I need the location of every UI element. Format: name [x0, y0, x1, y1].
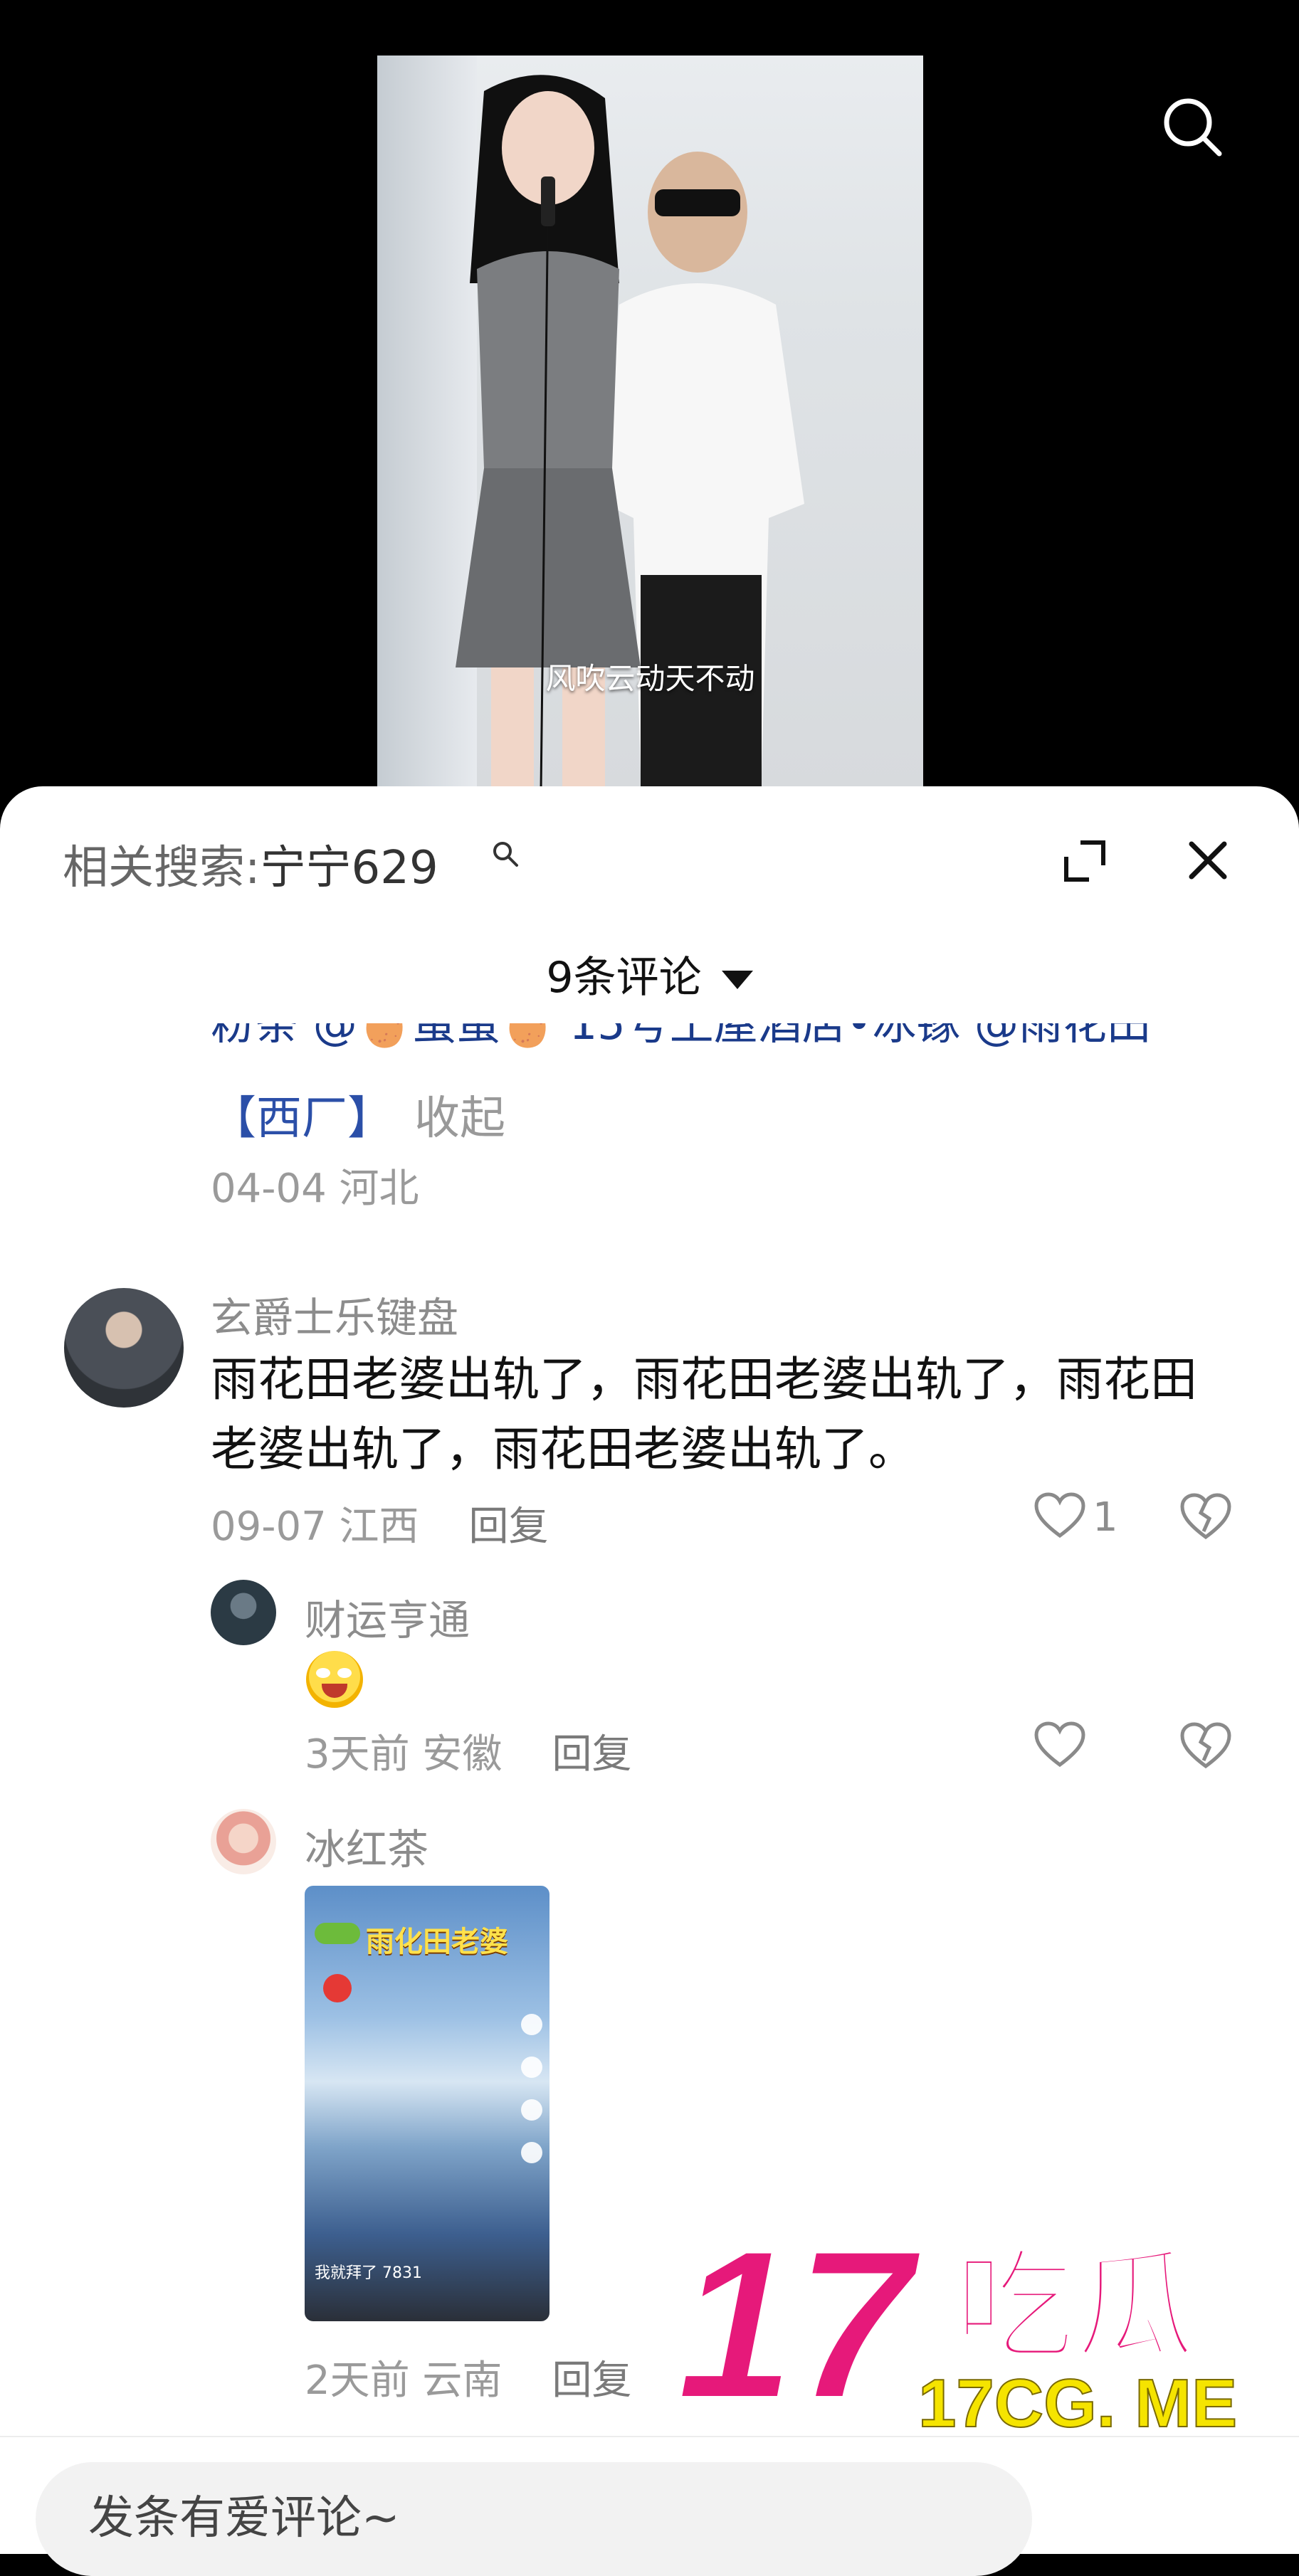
heart-icon[interactable] — [1034, 1721, 1086, 1769]
watermark-chars: 吃瓜 — [954, 2237, 1196, 2377]
like-icon — [521, 2057, 542, 2078]
related-search[interactable]: 相关搜索:宁宁629 — [63, 831, 438, 897]
reply-username[interactable]: 冰红茶 — [305, 1816, 428, 1876]
avatar[interactable] — [64, 1288, 184, 1408]
reply-video-thumbnail[interactable]: 雨化田老婆 我就拜了 7831 — [305, 1886, 549, 2321]
comment-text: 雨花田老婆出轨了，雨花田老婆出轨了，雨花田 老婆出轨了，雨花田老婆出轨了。 — [211, 1352, 1197, 1477]
comment-tag[interactable]: 【西厂】 — [211, 1092, 393, 1145]
reply-button[interactable]: 回复 — [469, 1504, 549, 1550]
video-subtitle: 风吹云动天不动 — [545, 661, 755, 696]
reply-button[interactable]: 回复 — [552, 1731, 631, 1778]
video-player[interactable]: 风吹云动天不动 — [0, 0, 1299, 790]
related-search-keyword[interactable]: 宁宁629 — [261, 842, 438, 894]
reply-meta: 2天前 云南 回复 — [305, 2358, 632, 2404]
comments-count[interactable]: 9条评论 — [0, 943, 1299, 1005]
comment-username[interactable]: 玄爵士乐键盘 — [211, 1284, 458, 1344]
heart-icon[interactable] — [1034, 1492, 1086, 1540]
comment-meta: 04-04 河北 — [211, 1166, 419, 1212]
avatar-icon — [521, 2014, 542, 2035]
comment-tag-line: 【西厂】 收起 — [211, 1082, 505, 1147]
broken-heart-icon[interactable] — [1178, 1721, 1234, 1770]
comment-meta: 09-07 江西 回复 — [211, 1504, 549, 1550]
comment-input-box[interactable] — [36, 2462, 1032, 2576]
watermark-logo: 17 吃瓜 17CG. ME — [674, 2206, 1238, 2446]
watermark-domain: 17CG. ME — [918, 2365, 1237, 2442]
share-icon — [521, 2142, 542, 2163]
comment-input[interactable] — [87, 2489, 944, 2548]
watermark-number: 17 — [676, 2206, 925, 2444]
related-search-label: 相关搜索 — [63, 842, 245, 894]
video-thumbnail-title: 雨化田老婆 — [366, 1926, 508, 1958]
leaf-icon — [315, 1923, 360, 1944]
comment-icon — [521, 2099, 542, 2121]
search-icon[interactable] — [1157, 91, 1228, 162]
truncated-comment-text: 粉条 @🥚蛋蛋🥚 15号土屋酒店•冰镓 @雨花田 — [211, 1023, 1151, 1050]
chevron-down-icon — [721, 971, 753, 990]
related-search-separator: : — [245, 842, 261, 894]
like-count: 1 — [1093, 1494, 1118, 1541]
laughing-crying-emoji-icon — [306, 1651, 363, 1708]
reply-button[interactable]: 回复 — [552, 2358, 631, 2404]
expand-icon[interactable] — [1062, 838, 1108, 884]
comments-count-label: 9条评论 — [546, 953, 702, 1003]
collapse-button[interactable]: 收起 — [414, 1092, 505, 1145]
avatar[interactable] — [211, 1580, 276, 1645]
video-frame[interactable]: 风吹云动天不动 — [377, 56, 923, 790]
search-icon[interactable] — [491, 840, 520, 868]
record-icon — [323, 1974, 352, 2002]
reply-username[interactable]: 财运亨通 — [305, 1587, 470, 1647]
reply-meta: 3天前 安徽 回复 — [305, 1731, 632, 1778]
broken-heart-icon[interactable] — [1178, 1492, 1234, 1541]
avatar[interactable] — [211, 1809, 276, 1874]
close-icon[interactable] — [1183, 835, 1233, 885]
video-thumbnail-caption: 我就拜了 7831 — [315, 2264, 422, 2282]
